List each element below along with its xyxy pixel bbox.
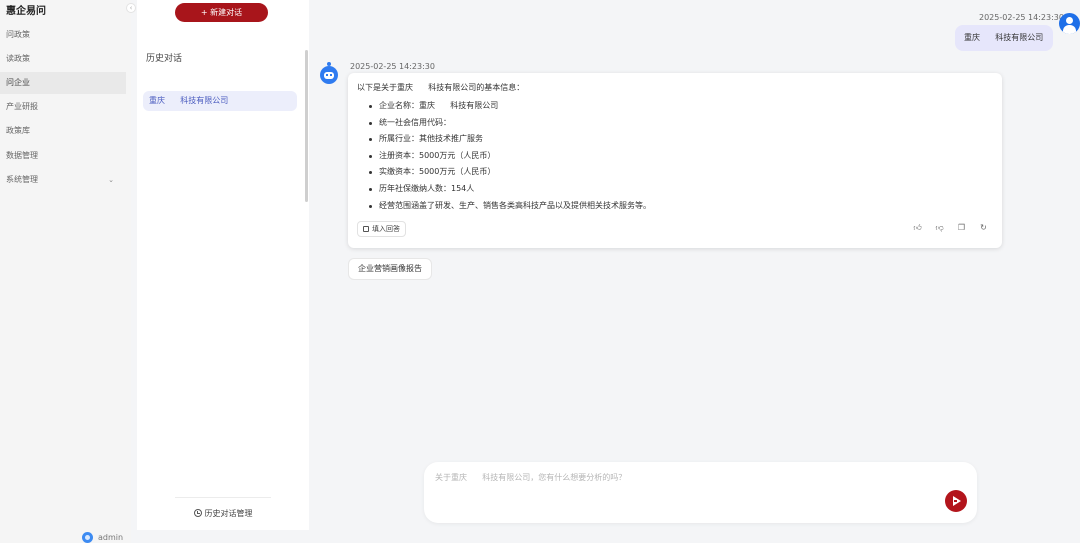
user-message-bubble: 重庆 科技有限公司 — [955, 25, 1053, 51]
nav-item-label: 问企业 — [6, 78, 30, 87]
new-chat-button[interactable]: + 新建对话 — [175, 3, 268, 22]
answer-list-item: 注册资本：5000万元（人民币） — [369, 148, 651, 165]
fill-answer-label: 填入回答 — [372, 225, 400, 233]
answer-list-item: 经营范围涵盖了研发、生产、销售各类高科技产品以及提供相关技术服务等。 — [369, 198, 651, 215]
nav-item-ask-company[interactable]: 问企业 — [0, 72, 126, 94]
nav-item-read-policy[interactable]: 读政策 — [0, 48, 126, 70]
nav-item-label: 系统管理 — [6, 175, 38, 184]
answer-list-item: 实缴资本：5000万元（人民币） — [369, 164, 651, 181]
nav-item-label: 读政策 — [6, 54, 30, 63]
side-nav: 惠企易问 问政策 读政策 问企业 产业研报 政策库 数据管理 系统管理 ⌄ ad… — [0, 0, 131, 543]
nav-item-industry-report[interactable]: 产业研报 — [0, 96, 126, 118]
user-avatar-icon — [82, 531, 93, 543]
refresh-icon[interactable]: ↻ — [979, 223, 988, 232]
history-title: 历史对话 — [146, 54, 183, 64]
send-button[interactable] — [945, 490, 967, 512]
answer-actions: 👍︎ 👎︎ ❐ ↻ — [913, 223, 988, 232]
thumbs-up-icon[interactable]: 👍︎ — [913, 223, 922, 232]
history-item[interactable]: 重庆 科技有限公司 — [143, 91, 297, 111]
history-scrollbar[interactable] — [305, 50, 308, 202]
robot-icon — [320, 66, 338, 84]
nav-item-ask-policy[interactable]: 问政策 — [0, 24, 126, 46]
nav-item-system-management[interactable]: 系统管理 ⌄ — [0, 169, 126, 191]
user-avatar-icon — [1059, 13, 1080, 34]
edit-icon — [363, 226, 369, 232]
user-name: admin — [98, 532, 124, 542]
thumbs-down-icon[interactable]: 👎︎ — [935, 223, 944, 232]
history-manage-label: 历史对话管理 — [204, 509, 253, 518]
divider — [175, 497, 271, 498]
history-panel: + 新建对话 历史对话 重庆 科技有限公司 历史对话管理 — [137, 0, 309, 530]
chat-input-placeholder[interactable]: 关于重庆 科技有限公司，您有什么想要分析的吗？ — [435, 472, 626, 483]
answer-list: 企业名称：重庆 科技有限公司 统一社会信用代码： 所属行业：其他技术推广服务 注… — [369, 98, 651, 214]
nav-item-policy-library[interactable]: 政策库 — [0, 120, 126, 142]
nav-item-label: 产业研报 — [6, 102, 38, 111]
answer-list-item: 统一社会信用代码： — [369, 115, 651, 132]
bot-message-timestamp: 2025-02-25 14:23:30 — [350, 62, 435, 71]
chat-input-box[interactable]: 关于重庆 科技有限公司，您有什么想要分析的吗？ — [424, 462, 977, 523]
user-profile[interactable]: admin — [82, 530, 123, 543]
app-title: 惠企易问 — [6, 6, 46, 17]
nav-item-label: 问政策 — [6, 30, 30, 39]
chevron-down-icon: ⌄ — [108, 176, 114, 184]
answer-list-item: 历年社保缴纳人数：154人 — [369, 181, 651, 198]
chevron-left-icon[interactable]: ‹ — [126, 3, 136, 13]
nav-item-data-management[interactable]: 数据管理 — [0, 145, 126, 167]
history-icon — [193, 509, 202, 517]
bot-answer-card: 以下是关于重庆 科技有限公司的基本信息： 企业名称：重庆 科技有限公司 统一社会… — [348, 73, 1002, 248]
answer-intro: 以下是关于重庆 科技有限公司的基本信息： — [357, 83, 525, 92]
nav-item-label: 政策库 — [6, 126, 30, 135]
nav-item-label: 数据管理 — [6, 151, 38, 160]
answer-list-item: 企业名称：重庆 科技有限公司 — [369, 98, 651, 115]
suggestion-button[interactable]: 企业营销画像报告 — [348, 258, 432, 280]
copy-icon[interactable]: ❐ — [957, 223, 966, 232]
user-message-timestamp: 2025-02-25 14:23:30 — [979, 13, 1064, 22]
history-manage-button[interactable]: 历史对话管理 — [137, 508, 309, 519]
answer-list-item: 所属行业：其他技术推广服务 — [369, 131, 651, 148]
fill-answer-button[interactable]: 填入回答 — [357, 221, 406, 237]
